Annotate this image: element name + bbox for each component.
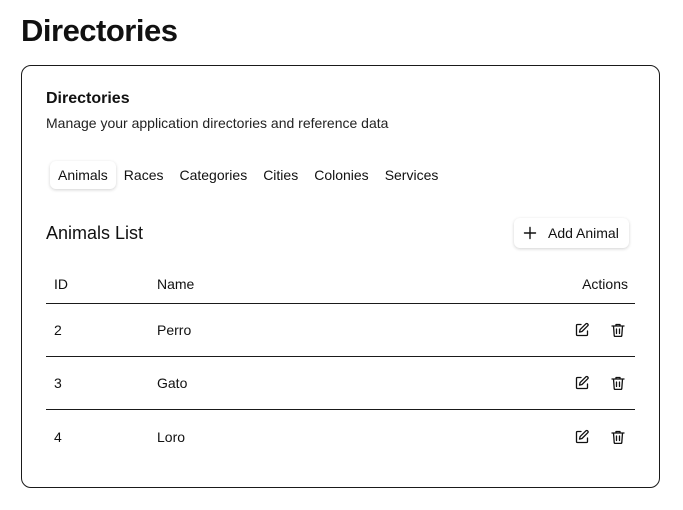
- table-row: 4 Loro: [46, 410, 635, 463]
- table-row: 3 Gato: [46, 357, 635, 410]
- tab-cities[interactable]: Cities: [255, 161, 306, 189]
- tab-categories[interactable]: Categories: [171, 161, 255, 189]
- tab-races[interactable]: Races: [116, 161, 172, 189]
- tab-animals[interactable]: Animals: [50, 160, 116, 189]
- row-actions: [515, 373, 635, 393]
- edit-icon[interactable]: [572, 320, 592, 340]
- cell-id: 4: [54, 428, 62, 445]
- list-title: Animals List: [46, 223, 144, 243]
- cell-name: Perro: [157, 322, 192, 338]
- header-id: ID: [54, 275, 68, 292]
- trash-icon[interactable]: [608, 373, 628, 393]
- animals-table: ID Name Actions 2 Perro 3 Gato 4 Loro: [46, 264, 635, 463]
- table-header: ID Name Actions: [46, 264, 635, 304]
- card-title: Directories: [46, 90, 130, 107]
- cell-name: Loro: [157, 428, 186, 445]
- row-actions: [515, 320, 635, 340]
- cell-id: 3: [54, 375, 62, 391]
- row-actions: [515, 427, 635, 447]
- page-title: Directories: [21, 13, 178, 48]
- plus-icon: [522, 225, 538, 241]
- header-name: Name: [157, 275, 195, 292]
- cell-id: 2: [54, 322, 62, 338]
- trash-icon[interactable]: [608, 320, 628, 340]
- cell-name: Gato: [157, 375, 188, 391]
- directories-card: Directories Manage your application dire…: [21, 65, 660, 488]
- add-animal-label: Add Animal: [548, 225, 619, 241]
- header-actions: Actions: [582, 275, 628, 292]
- trash-icon[interactable]: [608, 427, 628, 447]
- edit-icon[interactable]: [572, 427, 592, 447]
- card-description: Manage your application directories and …: [46, 115, 389, 131]
- add-animal-button[interactable]: Add Animal: [514, 218, 629, 248]
- table-row: 2 Perro: [46, 304, 635, 357]
- edit-icon[interactable]: [572, 373, 592, 393]
- directory-tabs: Animals Races Categories Cities Colonies…: [50, 160, 446, 189]
- tab-services[interactable]: Services: [377, 161, 447, 189]
- tab-colonies[interactable]: Colonies: [306, 161, 376, 189]
